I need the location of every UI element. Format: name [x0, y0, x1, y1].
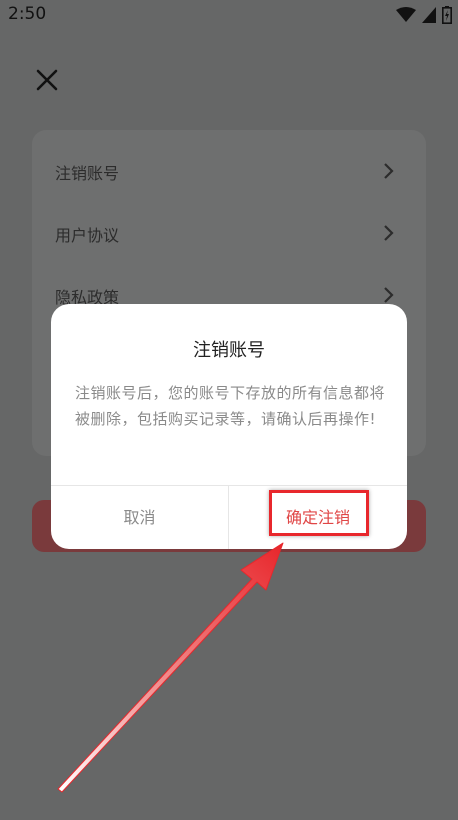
annotation-arrow-icon	[57, 542, 284, 793]
